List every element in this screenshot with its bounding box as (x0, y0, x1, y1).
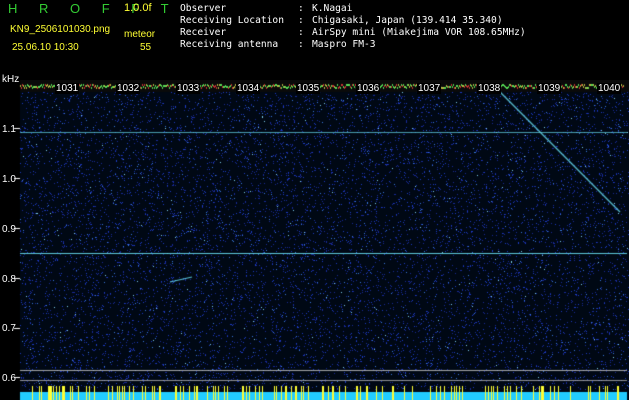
y-tick-label: 0.8 (2, 274, 16, 285)
y-tick-label: 1.1 (2, 124, 16, 135)
time-axis-label: 1036 (356, 83, 381, 94)
app-brand: H R O F F T (8, 1, 178, 16)
metadata-row-antenna: Receiving antenna: Maspro FM-3 (180, 39, 376, 50)
y-tick-label: 0.6 (2, 373, 16, 384)
spectrogram-canvas (0, 80, 629, 400)
time-axis-label: 1032 (116, 83, 141, 94)
time-axis-label: 1039 (537, 83, 562, 94)
y-axis-unit: kHz (2, 74, 20, 85)
app-version: 1.0.0f (124, 2, 152, 14)
time-axis-label: 1033 (176, 83, 201, 94)
time-axis-label: 1040 (597, 83, 622, 94)
y-tick-label: 0.7 (2, 323, 16, 334)
time-axis-label: 1031 (55, 83, 80, 94)
meteor-label: meteor (124, 29, 156, 40)
metadata-row-receiver: Receiver: AirSpy mini (Miakejima VOR 108.… (180, 27, 526, 38)
y-tick-label: 1.0 (2, 174, 16, 185)
observation-metadata: Observer: K.Nagai Receiving Location: Chig… (180, 3, 526, 51)
meteor-count: 55 (140, 42, 152, 53)
time-axis-label: 1037 (417, 83, 442, 94)
metadata-row-location: Receiving Location: Chigasaki, Japan (139… (180, 15, 503, 26)
time-axis-label: 1038 (477, 83, 502, 94)
metadata-row-observer: Observer: K.Nagai (180, 3, 353, 14)
image-filename: KN9_2506101030.png (10, 24, 111, 35)
header-panel: H R O F F T 1.0.0f KN9_2506101030.png 25… (0, 0, 629, 80)
time-axis-label: 1035 (296, 83, 321, 94)
time-axis-label: 1034 (236, 83, 261, 94)
observation-timestamp: 25.06.10 10:30 (12, 42, 79, 53)
y-tick-label: 0.9 (2, 224, 16, 235)
